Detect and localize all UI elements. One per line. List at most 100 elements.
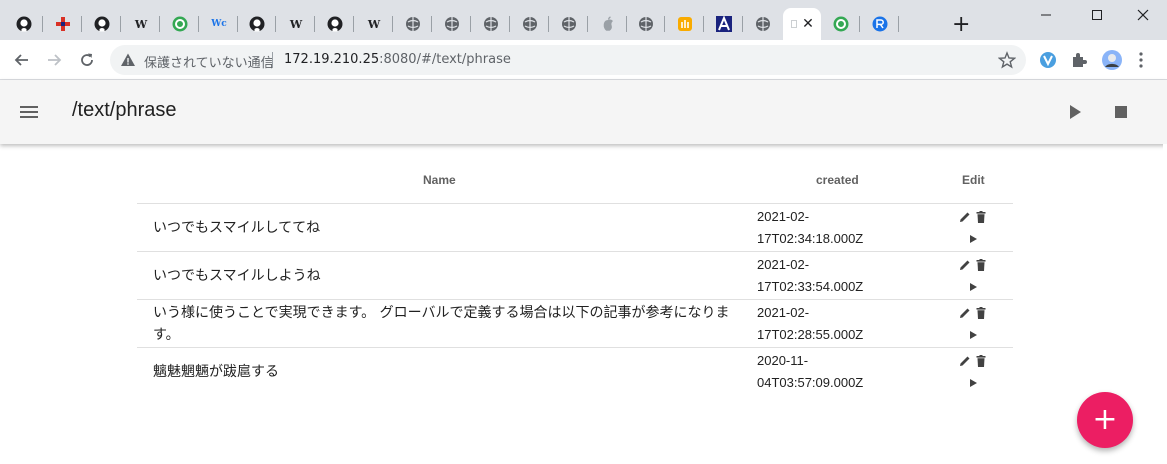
page-title: /text/phrase: [72, 99, 177, 121]
browser-tab[interactable]: W: [122, 8, 160, 40]
tab-separator: [120, 16, 121, 32]
browser-tab[interactable]: [472, 8, 510, 40]
page-viewport: /text/phrase Name created Edit いつでもスマイルし…: [0, 80, 1167, 464]
close-icon: [1137, 9, 1149, 21]
omnibox-divider: [272, 52, 273, 68]
browser-tab[interactable]: ✕: [783, 8, 821, 40]
browser-tab[interactable]: [161, 8, 199, 40]
tab-separator: [159, 16, 160, 32]
browser-tab[interactable]: [627, 8, 665, 40]
r-logo-icon: [872, 16, 888, 32]
table-row: いう様に使うことで実現できます。 グローバルで定義する場合は以下の記事が参考にな…: [137, 300, 1013, 348]
tab-separator: [275, 16, 276, 32]
browser-tab[interactable]: Wc: [200, 8, 238, 40]
pencil-icon[interactable]: [958, 210, 972, 224]
phrase-name: いつでもスマイルしててね: [153, 220, 321, 236]
browser-tab[interactable]: [316, 8, 354, 40]
trash-icon[interactable]: [974, 210, 988, 224]
maximize-button[interactable]: [1079, 4, 1115, 26]
github-icon: [94, 16, 110, 32]
play-icon[interactable]: [967, 233, 979, 245]
browser-tab[interactable]: [83, 8, 121, 40]
column-header-name[interactable]: Name: [423, 173, 456, 187]
a-logo-icon: [716, 16, 732, 32]
stop-icon[interactable]: [1109, 100, 1133, 124]
created-date-line-2: 17T02:34:18.000Z: [757, 231, 864, 246]
reload-button[interactable]: [75, 48, 99, 72]
vivaldi-extension-icon[interactable]: [1039, 51, 1057, 69]
browser-tab[interactable]: [511, 8, 549, 40]
tab-separator: [42, 16, 43, 32]
browser-tab[interactable]: [44, 8, 82, 40]
browser-tab[interactable]: W: [277, 8, 315, 40]
phrase-name: いつでもスマイルしようね: [153, 268, 321, 284]
github-icon: [249, 16, 265, 32]
close-window-button[interactable]: [1125, 4, 1161, 26]
globe-icon: [444, 16, 460, 32]
table-body: いつでもスマイルしててね 2021-02- 17T02:34:18.000Z いつでも…: [137, 204, 1013, 396]
browser-tab[interactable]: [666, 8, 704, 40]
pencil-icon[interactable]: [958, 354, 972, 368]
globe-icon: [483, 16, 499, 32]
browser-tab[interactable]: [238, 8, 276, 40]
browser-tab[interactable]: [705, 8, 743, 40]
trash-icon[interactable]: [974, 354, 988, 368]
tab-separator: [470, 16, 471, 32]
browser-tab[interactable]: [744, 8, 782, 40]
table-row: いつでもスマイルしててね 2021-02- 17T02:34:18.000Z: [137, 204, 1013, 252]
browser-tab[interactable]: [5, 8, 43, 40]
tab-separator: [431, 16, 432, 32]
play-icon[interactable]: [967, 329, 979, 341]
back-button[interactable]: [10, 48, 34, 72]
column-header-created[interactable]: created: [816, 173, 859, 187]
created-date: 2020-11- 04T03:57:09.000Z: [757, 350, 887, 394]
wc-icon: Wc: [211, 19, 227, 29]
github-icon: [16, 16, 32, 32]
trash-icon[interactable]: [974, 306, 988, 320]
table-row: 魑魅魍魎が跋扈する 2020-11- 04T03:57:09.000Z: [137, 348, 1013, 396]
scrollbar[interactable]: [1163, 144, 1167, 464]
menu-icon[interactable]: [17, 100, 41, 124]
tab-separator: [742, 16, 743, 32]
play-icon[interactable]: [967, 377, 979, 389]
created-date: 2021-02- 17T02:28:55.000Z: [757, 302, 887, 346]
tab-separator: [392, 16, 393, 32]
created-date-line-1: 2021-02-: [757, 305, 810, 320]
browser-tab[interactable]: [589, 8, 627, 40]
browser-tab[interactable]: [394, 8, 432, 40]
avatar[interactable]: [1102, 50, 1122, 70]
app-bar: /text/phrase: [0, 80, 1167, 144]
address-bar[interactable]: 保護されていない通信 172.19.210.25:8080/#/text/phr…: [110, 45, 1026, 75]
add-phrase-button[interactable]: +: [1077, 392, 1133, 448]
browser-tab[interactable]: [433, 8, 471, 40]
pencil-icon[interactable]: [958, 258, 972, 272]
browser-tab[interactable]: W: [355, 8, 393, 40]
browser-tab[interactable]: [550, 8, 588, 40]
phrase-name: 魑魅魍魎が跋扈する: [153, 364, 279, 380]
phrase-name: いう様に使うことで実現できます。 グローバルで定義する場合は以下の記事が参考にな…: [153, 305, 730, 343]
play-icon[interactable]: [967, 281, 979, 293]
pencil-icon[interactable]: [958, 306, 972, 320]
tab-separator: [898, 16, 899, 32]
more-vert-icon[interactable]: [1134, 51, 1148, 69]
browser-tab[interactable]: [822, 8, 860, 40]
created-date-line-1: 2021-02-: [757, 209, 810, 224]
created-date: 2021-02- 17T02:34:18.000Z: [757, 206, 887, 250]
globe-icon: [405, 16, 421, 32]
browser-tab[interactable]: [861, 8, 899, 40]
new-tab-button[interactable]: +: [952, 14, 970, 36]
forward-button[interactable]: [42, 48, 66, 72]
close-tab-icon[interactable]: ✕: [802, 16, 814, 32]
warning-icon[interactable]: [120, 52, 136, 68]
tab-separator: [548, 16, 549, 32]
minimize-button[interactable]: [1028, 4, 1064, 26]
security-label[interactable]: 保護されていない通信: [144, 52, 274, 71]
play-icon[interactable]: [1062, 100, 1086, 124]
url-text[interactable]: 172.19.210.25:8080/#/text/phrase: [284, 52, 511, 67]
trash-icon[interactable]: [974, 258, 988, 272]
extensions-puzzle-icon[interactable]: [1070, 51, 1088, 69]
green-refresh-icon: [833, 16, 849, 32]
green-refresh-icon: [172, 16, 188, 32]
bookmark-star-icon[interactable]: [998, 51, 1016, 69]
reload-icon: [81, 53, 93, 66]
